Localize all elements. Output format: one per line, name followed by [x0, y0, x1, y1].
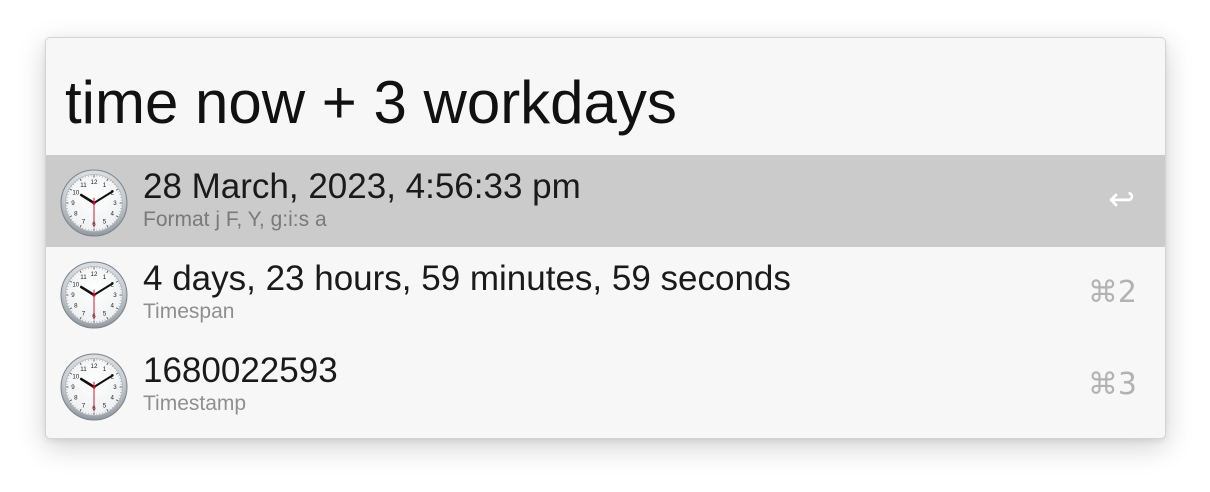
svg-text:10: 10: [72, 374, 79, 381]
svg-text:3: 3: [113, 292, 117, 299]
svg-text:8: 8: [74, 211, 78, 218]
svg-text:9: 9: [71, 292, 75, 299]
svg-text:1: 1: [103, 366, 107, 373]
result-row[interactable]: 123456789101112 4 days, 23 hours, 59 min…: [46, 247, 1165, 339]
svg-text:9: 9: [71, 200, 75, 207]
clock-icon: 123456789101112: [59, 168, 129, 238]
svg-text:5: 5: [103, 310, 107, 317]
svg-text:12: 12: [91, 271, 98, 278]
svg-text:12: 12: [91, 179, 98, 186]
svg-text:4: 4: [110, 395, 114, 402]
result-subtitle: Timespan: [143, 300, 235, 323]
search-input[interactable]: [65, 68, 1145, 138]
result-title: 1680022593: [143, 351, 338, 390]
return-key-icon: ↩: [1108, 180, 1135, 218]
result-row[interactable]: 123456789101112 28 March, 2023, 4:56:33 …: [46, 155, 1165, 247]
results-list: 123456789101112 28 March, 2023, 4:56:33 …: [46, 155, 1165, 431]
svg-text:7: 7: [82, 218, 86, 225]
svg-text:4: 4: [110, 303, 114, 310]
svg-text:10: 10: [72, 282, 79, 289]
result-row[interactable]: 123456789101112 1680022593 Timestamp ⌘3: [46, 339, 1165, 431]
svg-text:5: 5: [103, 218, 107, 225]
svg-text:1: 1: [103, 182, 107, 189]
svg-text:11: 11: [80, 274, 87, 281]
clock-icon: 123456789101112: [59, 352, 129, 422]
svg-text:7: 7: [82, 310, 86, 317]
svg-text:8: 8: [74, 303, 78, 310]
svg-text:10: 10: [72, 190, 79, 197]
svg-text:9: 9: [71, 384, 75, 391]
svg-text:3: 3: [113, 384, 117, 391]
svg-text:7: 7: [82, 402, 86, 409]
svg-text:4: 4: [110, 211, 114, 218]
svg-text:12: 12: [91, 363, 98, 370]
svg-text:5: 5: [103, 402, 107, 409]
shortcut-hint: ⌘2: [1087, 275, 1137, 310]
svg-text:11: 11: [80, 182, 87, 189]
result-subtitle: Format j F, Y, g:i:s a: [143, 208, 327, 231]
launcher-window: 123456789101112 28 March, 2023, 4:56:33 …: [45, 37, 1166, 439]
svg-text:3: 3: [113, 200, 117, 207]
svg-text:8: 8: [74, 395, 78, 402]
svg-text:1: 1: [103, 274, 107, 281]
shortcut-hint: ⌘3: [1087, 367, 1137, 402]
result-title: 28 March, 2023, 4:56:33 pm: [143, 167, 581, 206]
svg-text:11: 11: [80, 366, 87, 373]
result-title: 4 days, 23 hours, 59 minutes, 59 seconds: [143, 259, 791, 298]
clock-icon: 123456789101112: [59, 260, 129, 330]
result-subtitle: Timestamp: [143, 392, 247, 415]
